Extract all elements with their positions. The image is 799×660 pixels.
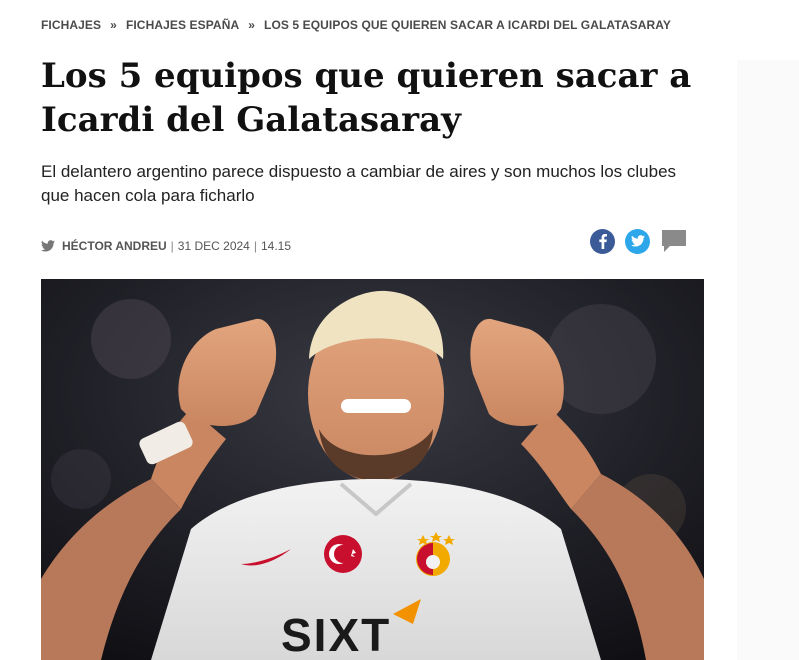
shirt-sponsor-text: SIXT <box>281 609 391 660</box>
hero-image: SIXT <box>41 279 704 660</box>
breadcrumb-current-article[interactable]: LOS 5 EQUIPOS QUE QUIEREN SACAR A ICARDI… <box>264 18 671 32</box>
article-title: Los 5 equipos que quieren sacar a Icardi… <box>41 56 692 140</box>
breadcrumb-separator: » <box>248 18 256 32</box>
right-rail <box>737 60 799 660</box>
byline-divider: | <box>253 239 257 253</box>
article-date: 31 DEC 2024 <box>177 239 250 253</box>
author-name[interactable]: HÉCTOR ANDREU <box>62 239 167 253</box>
breadcrumb-separator: » <box>110 18 117 32</box>
comment-icon[interactable] <box>661 229 687 253</box>
article-subtitle: El delantero argentino parece dispuesto … <box>41 162 677 205</box>
article-time: 14.15 <box>260 239 291 253</box>
byline-divider: | <box>170 239 174 253</box>
breadcrumb-fichajes-espana[interactable]: FICHAJES ESPAÑA <box>126 18 239 32</box>
breadcrumb-fichajes[interactable]: FICHAJES <box>41 18 101 32</box>
breadcrumb: FICHAJES » FICHAJES ESPAÑA » LOS 5 EQUIP… <box>41 17 671 33</box>
byline: HÉCTOR ANDREU | 31 DEC 2024 | 14.15 <box>41 236 291 256</box>
twitter-icon[interactable] <box>625 228 650 254</box>
twitter-bird-icon[interactable] <box>41 240 55 252</box>
facebook-icon[interactable] <box>590 228 615 254</box>
share-bar <box>590 228 687 254</box>
